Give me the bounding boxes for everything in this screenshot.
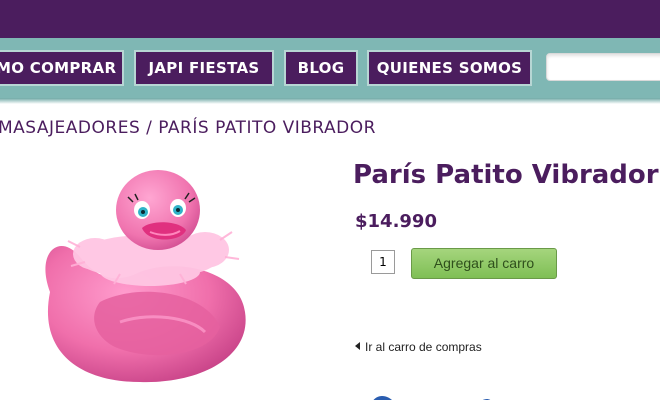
- nav-item-quienes-somos[interactable]: QUIENES SOMOS: [367, 50, 532, 86]
- nav-item-blog[interactable]: BLOG: [284, 50, 358, 86]
- add-to-cart-button[interactable]: Agregar al carro: [411, 248, 557, 279]
- product-price: $14.990: [355, 211, 437, 232]
- search-input[interactable]: [546, 53, 660, 81]
- product-title: París Patito Vibrador: [353, 160, 659, 190]
- nav-divider: [0, 98, 660, 104]
- partial-logo: [373, 396, 491, 400]
- nav-item-japi-fiestas[interactable]: JAPI FIESTAS: [134, 50, 274, 86]
- quantity-input[interactable]: [371, 250, 395, 274]
- arrow-left-icon: [355, 342, 360, 350]
- breadcrumb: MASAJEADORES / PARÍS PATITO VIBRADOR: [0, 118, 376, 138]
- go-to-cart-link[interactable]: Ir al carro de compras: [355, 340, 482, 354]
- top-header-bar: [0, 0, 660, 38]
- go-to-cart-label: Ir al carro de compras: [365, 340, 482, 354]
- nav-item-como-comprar[interactable]: MO COMPRAR: [0, 50, 124, 86]
- product-image-duck: [45, 170, 246, 383]
